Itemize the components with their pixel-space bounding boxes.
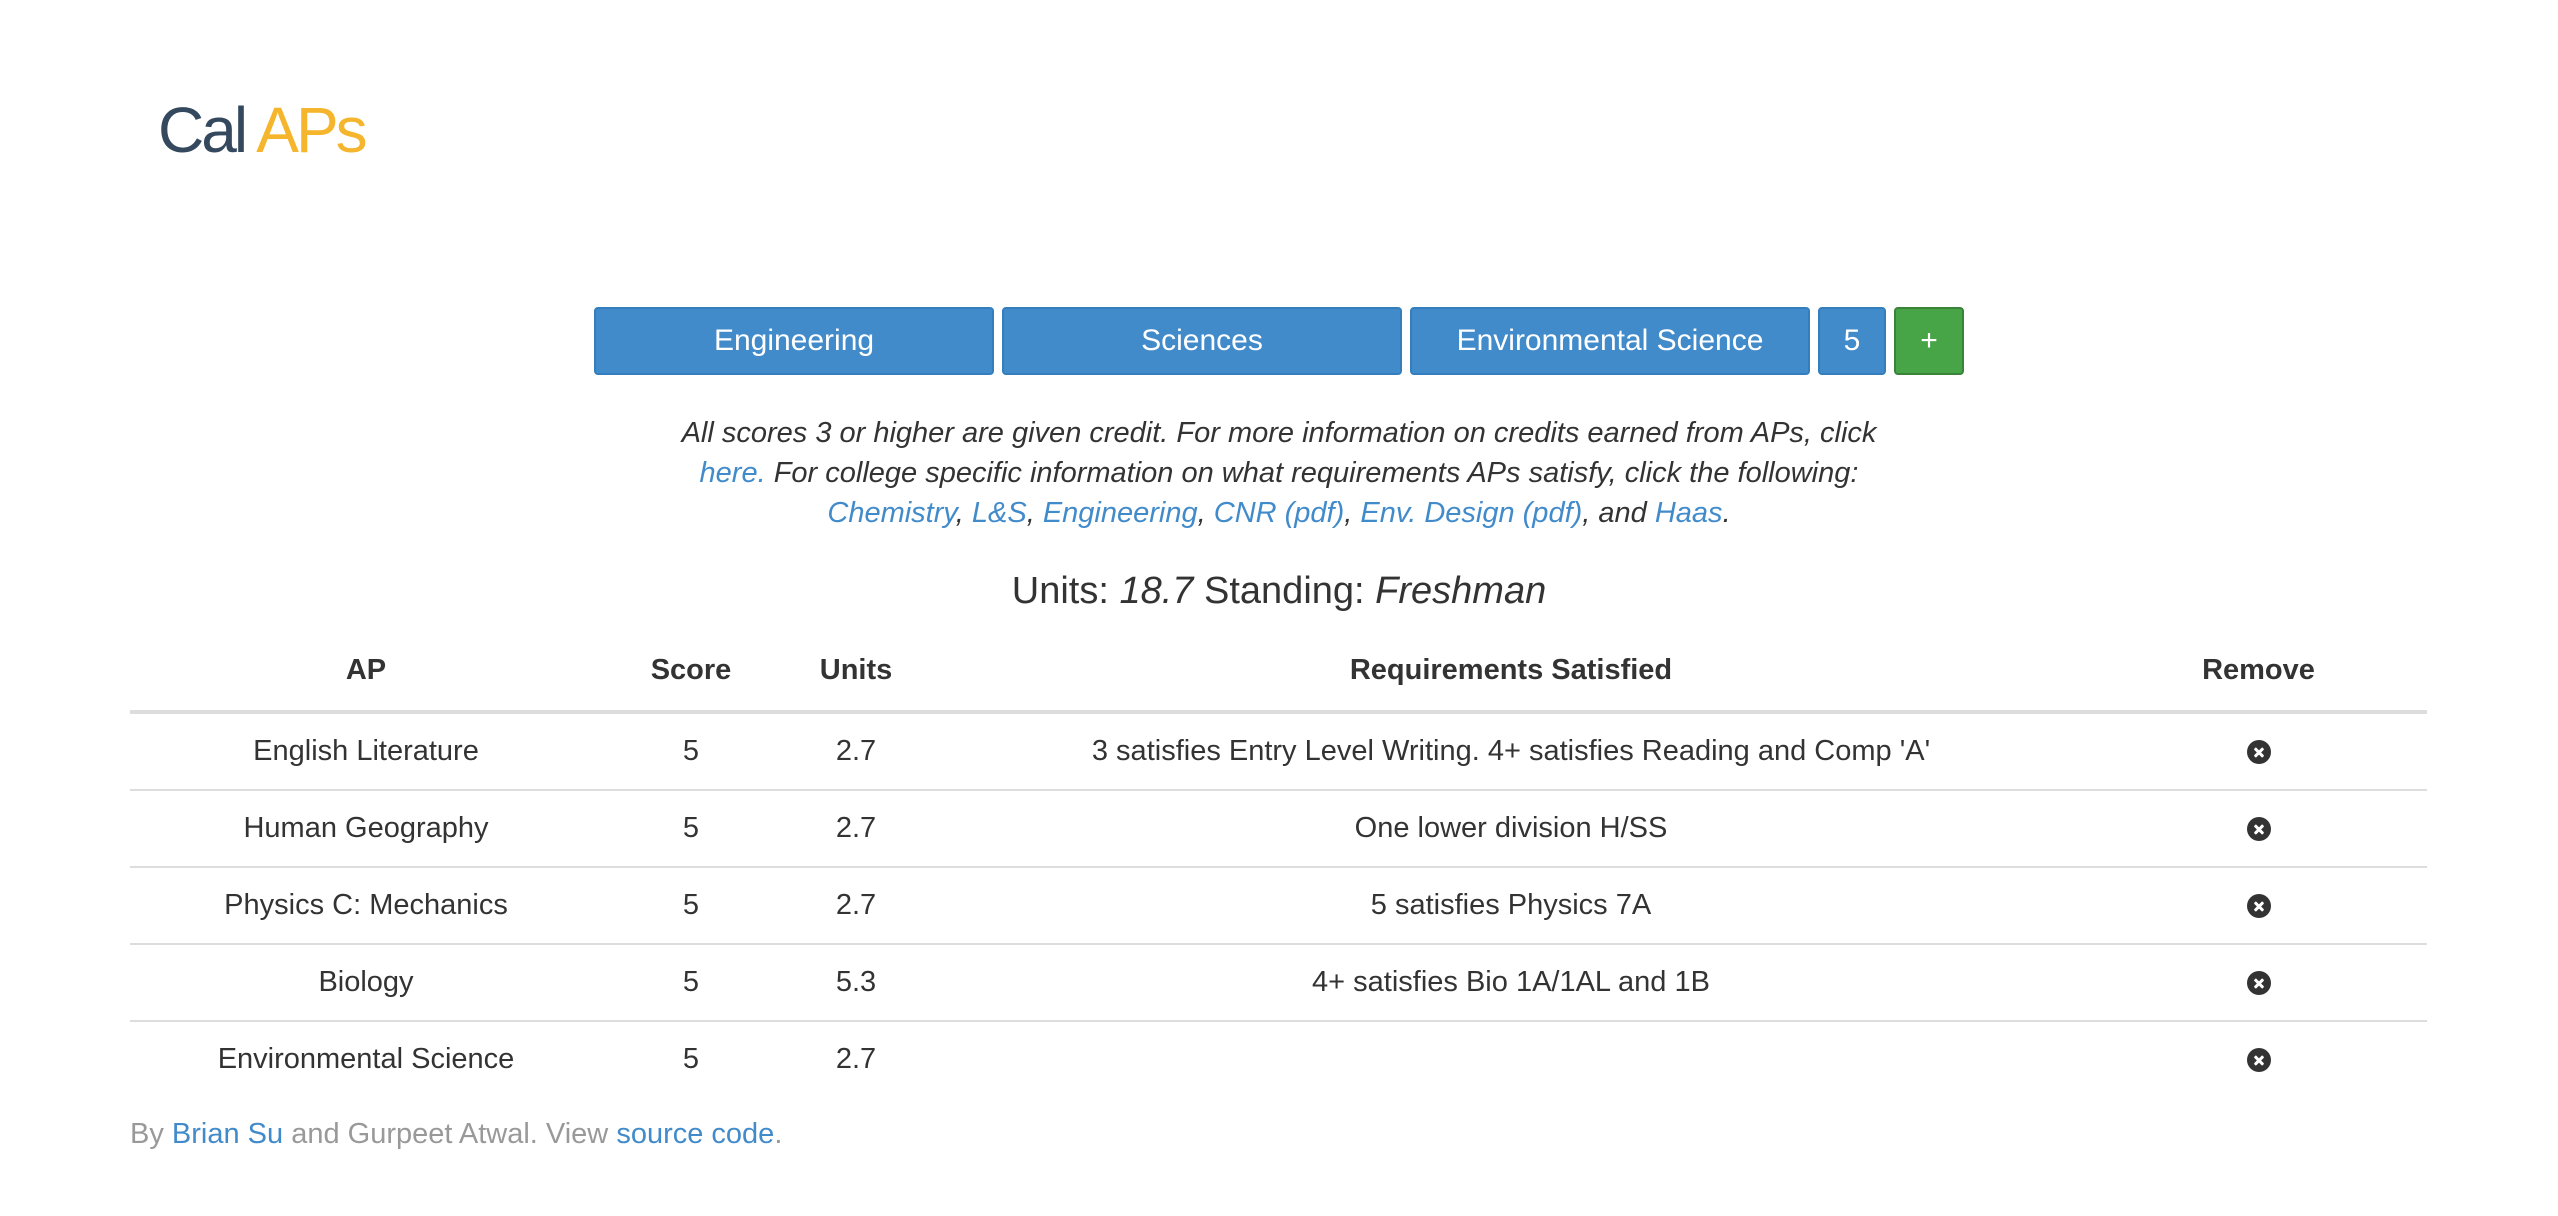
remove-cell [2090,789,2427,867]
remove-cell [2090,711,2427,790]
info-paragraph: All scores 3 or higher are given credit.… [681,417,1877,529]
table-row: Biology 5 5.3 4+ satisfies Bio 1A/1AL an… [130,943,2427,1021]
units-value: 18.7 [1119,570,1194,612]
footer-text: and Gurpeet Atwal. View [291,1118,609,1150]
info-text-2: For college specific information on what… [773,457,1859,489]
ap-score: 5 [602,1020,780,1097]
header-units: Units [780,630,932,714]
env-design-link[interactable]: Env. Design (pdf) [1360,497,1582,529]
standing-value: Freshman [1375,570,1547,612]
cnr-link[interactable]: CNR (pdf) [1214,497,1345,529]
chemistry-link[interactable]: Chemistry [827,497,955,529]
site-logo: Cal APs [158,98,368,162]
ap-table: AP Score Units Requirements Satisfied Re… [130,630,2427,1097]
remove-icon[interactable] [2246,740,2271,765]
table-row: Physics C: Mechanics 5 2.7 5 satisfies P… [130,866,2427,944]
ap-name: English Literature [130,711,602,790]
source-code-link[interactable]: source code [616,1118,774,1150]
ap-score: 5 [602,866,780,944]
ap-units: 2.7 [780,789,932,867]
logo-text-cal: Cal [158,94,248,166]
standing-label: Standing: [1204,570,1365,612]
ap-requirements: 3 satisfies Entry Level Writing. 4+ sati… [932,711,2090,790]
ap-units: 2.7 [780,866,932,944]
add-ap-button[interactable]: + [1894,307,1964,375]
category-select-button[interactable]: Sciences [1002,307,1402,375]
footer-by: By [130,1118,164,1150]
table-header-row: AP Score Units Requirements Satisfied Re… [130,630,2427,714]
college-select-button[interactable]: Engineering [594,307,994,375]
header-remove: Remove [2090,630,2427,714]
ap-exam-select-button[interactable]: Environmental Science [1410,307,1810,375]
ap-requirements [932,1020,2090,1097]
units-label: Units: [1011,570,1109,612]
header-requirements: Requirements Satisfied [932,630,2090,714]
ap-name: Physics C: Mechanics [130,866,602,944]
ap-requirements: 5 satisfies Physics 7A [932,866,2090,944]
table-row: Environmental Science 5 2.7 [130,1020,2427,1097]
ap-requirements: 4+ satisfies Bio 1A/1AL and 1B [932,943,2090,1021]
ap-name: Human Geography [130,789,602,867]
footer-period: . [774,1118,783,1150]
and-text: and [1598,497,1647,529]
remove-cell [2090,1020,2427,1097]
ap-score: 5 [602,943,780,1021]
here-link[interactable]: here. [700,457,766,489]
header-score: Score [602,630,780,714]
ap-score: 5 [602,711,780,790]
header-ap: AP [130,630,602,714]
remove-cell [2090,866,2427,944]
ap-units: 5.3 [780,943,932,1021]
ap-selector-toolbar: Engineering Sciences Environmental Scien… [0,307,2558,375]
ap-name: Biology [130,943,602,1021]
remove-icon[interactable] [2246,971,2271,996]
logo-text-aps: APs [256,94,367,166]
ap-units: 2.7 [780,1020,932,1097]
units-standing-summary: Units: 18.7 Standing: Freshman [0,570,2558,613]
ap-units: 2.7 [780,711,932,790]
haas-link[interactable]: Haas [1655,497,1723,529]
remove-cell [2090,943,2427,1021]
info-text-1: All scores 3 or higher are given credit.… [681,417,1877,449]
ls-link[interactable]: L&S [972,497,1027,529]
engineering-link[interactable]: Engineering [1043,497,1198,529]
table-row: Human Geography 5 2.7 One lower division… [130,789,2427,867]
ap-score: 5 [602,789,780,867]
remove-icon[interactable] [2246,1048,2271,1073]
author-link[interactable]: Brian Su [172,1118,283,1150]
ap-name: Environmental Science [130,1020,602,1097]
footer: By Brian Su and Gurpeet Atwal. View sour… [130,1118,782,1151]
table-row: English Literature 5 2.7 3 satisfies Ent… [130,711,2427,790]
remove-icon[interactable] [2246,894,2271,919]
remove-icon[interactable] [2246,817,2271,842]
ap-requirements: One lower division H/SS [932,789,2090,867]
score-select-button[interactable]: 5 [1818,307,1886,375]
